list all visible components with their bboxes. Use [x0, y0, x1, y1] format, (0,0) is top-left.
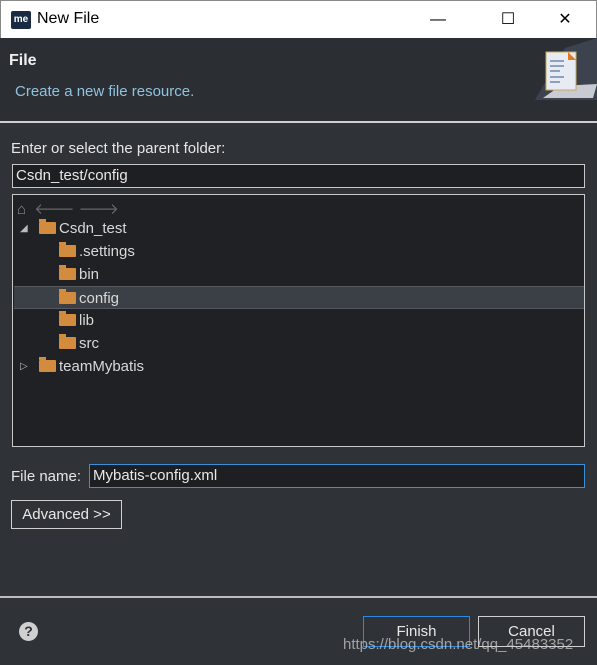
- back-arrow-icon[interactable]: 🡐: [34, 201, 74, 218]
- folder-icon: [59, 311, 76, 326]
- folder-icon: [39, 219, 56, 234]
- window-title: New File: [37, 10, 100, 27]
- divider: [0, 121, 597, 123]
- page-title: File: [9, 52, 37, 69]
- tree-item-label: src: [79, 335, 99, 352]
- tree-item-label: lib: [79, 312, 95, 329]
- tree-item-label: config: [79, 290, 120, 307]
- folder-tree[interactable]: ⌂ 🡐 🡒 ◢ Csdn_test .settings bin config lib src…: [12, 194, 585, 447]
- file-name-input[interactable]: Mybatis-config.xml: [89, 464, 585, 488]
- tree-item[interactable]: src: [14, 332, 584, 355]
- watermark: https://blog.csdn.net/qq_45483352: [343, 636, 574, 653]
- new-file-wizard-icon: [535, 38, 597, 100]
- wizard-header: [0, 38, 597, 122]
- tree-item[interactable]: ◢ Csdn_test: [14, 217, 584, 240]
- tree-item[interactable]: ▷ teamMybatis: [14, 355, 584, 378]
- tree-item[interactable]: lib: [14, 309, 584, 332]
- folder-icon: [39, 357, 56, 372]
- tree-item-label: .settings: [79, 243, 135, 260]
- collapse-icon[interactable]: ◢: [20, 217, 28, 240]
- home-icon[interactable]: ⌂: [17, 201, 26, 218]
- folder-icon: [59, 242, 76, 257]
- tree-item-label: Csdn_test: [59, 220, 127, 237]
- close-button[interactable]: ✕: [542, 1, 588, 39]
- expand-icon[interactable]: ▷: [20, 355, 28, 378]
- parent-folder-label: Enter or select the parent folder:: [11, 140, 226, 157]
- advanced-button[interactable]: Advanced >>: [11, 500, 122, 529]
- folder-icon: [59, 289, 76, 304]
- page-description: Create a new file resource.: [15, 83, 195, 100]
- help-icon[interactable]: ?: [19, 622, 38, 641]
- maximize-button[interactable]: ☐: [485, 1, 531, 39]
- tree-item[interactable]: config: [14, 286, 584, 309]
- parent-folder-input[interactable]: Csdn_test/config: [12, 164, 585, 188]
- title-bar: me New File — ☐ ✕: [0, 0, 597, 38]
- forward-arrow-icon[interactable]: 🡒: [79, 201, 119, 218]
- tree-item[interactable]: .settings: [14, 240, 584, 263]
- tree-item-label: teamMybatis: [59, 358, 145, 375]
- tree-item-label: bin: [79, 266, 100, 283]
- app-icon: me: [11, 11, 31, 29]
- divider: [0, 596, 597, 598]
- minimize-button[interactable]: —: [415, 1, 461, 39]
- tree-item[interactable]: bin: [14, 263, 584, 286]
- folder-icon: [59, 265, 76, 280]
- file-name-label: File name:: [11, 468, 82, 485]
- folder-icon: [59, 334, 76, 349]
- tree-nav: ⌂ 🡐 🡒: [17, 199, 119, 218]
